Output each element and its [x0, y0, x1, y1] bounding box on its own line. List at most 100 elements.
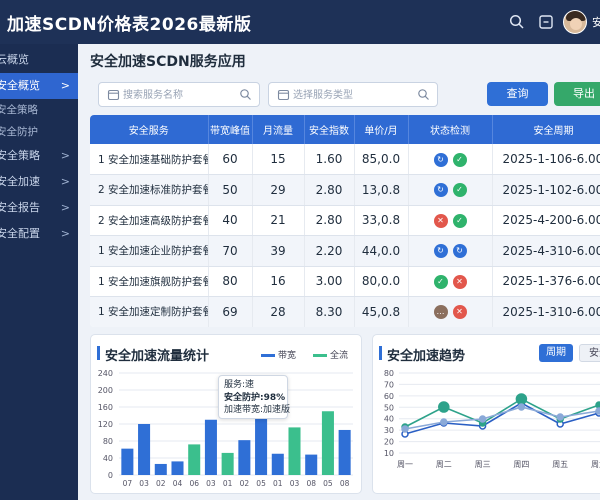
table-cell-bw: 80 [208, 266, 253, 297]
calendar-icon [277, 89, 290, 101]
status-icon[interactable]: ↻ [433, 183, 448, 198]
column-header[interactable]: 单价/月 [354, 115, 409, 144]
service-search-input[interactable] [123, 86, 233, 104]
table-cell-idx: 8.30 [304, 296, 355, 327]
x-tick-label: 周一 [397, 460, 413, 469]
data-point [515, 393, 528, 405]
sidebar: 云概览 安全概览 > 安全策略 安全防护 安全策略 > 安全加速 > 安全报告 > 安全配置 > [0, 44, 78, 500]
status-icon[interactable]: ✕ [452, 305, 467, 320]
data-point [440, 418, 448, 426]
sidebar-item-label: 安全报告 [0, 201, 40, 214]
x-tick-label: 02 [156, 479, 166, 488]
y-tick-label: 60 [384, 392, 394, 401]
status-icon[interactable]: … [433, 305, 448, 320]
table-cell-price: 44,0.0 [354, 235, 409, 267]
top-bar: 加速SCDN价格表2026最新版 安 [0, 0, 600, 44]
status-icon[interactable]: ✕ [452, 274, 467, 289]
table-cell-name: 1 安全加速基础防护套餐 [90, 144, 209, 175]
table-row[interactable]: 1 安全加速企业防护套餐 70 39 2.20 44,0.0 ↻ ↻ 2025-4-310-6… [90, 235, 600, 267]
sidebar-item-6[interactable]: 安全报告 > [0, 195, 78, 221]
user-avatar[interactable] [563, 10, 587, 34]
table-cell-flow: 21 [252, 205, 305, 236]
trend-line-chart: 80 70 60 50 40 30 20 10周一 周二 周三 周四 周五 周六 [384, 369, 600, 469]
app-title: 加速SCDN价格表2026最新版 [7, 15, 252, 35]
sidebar-item-3[interactable]: 安全防护 [0, 121, 78, 143]
sidebar-item-2[interactable]: 安全策略 [0, 99, 78, 121]
x-tick-label: 周六 [591, 459, 600, 469]
x-tick-label: 周四 [513, 460, 529, 469]
bar [188, 444, 201, 475]
sidebar-item-1[interactable]: 安全概览 > [0, 73, 78, 99]
column-header[interactable]: 安全指数 [304, 115, 355, 144]
sidebar-item-0[interactable]: 云概览 [0, 47, 78, 73]
data-point [595, 401, 600, 409]
search-icon[interactable] [417, 88, 430, 101]
column-header[interactable]: 安全服务 [90, 115, 209, 144]
y-tick-label: 80 [384, 369, 394, 378]
service-search-field[interactable] [98, 82, 260, 107]
table-cell-status: … ✕ [408, 296, 493, 327]
sidebar-item-label: 安全防护 [0, 126, 38, 138]
table-row[interactable]: 1 安全加速旗舰防护套餐 80 16 3.00 80,0.0 ✓ ✕ 2025-1-376-6… [90, 266, 600, 297]
type-search-field[interactable] [268, 82, 438, 107]
sidebar-item-label: 安全概览 [0, 79, 40, 92]
table-cell-status: ✕ ✓ [408, 205, 493, 236]
sidebar-item-7[interactable]: 安全配置 > [0, 221, 78, 247]
x-tick-label: 02 [240, 479, 250, 488]
calendar-icon [107, 89, 120, 101]
bar [321, 411, 334, 475]
table-row[interactable]: 1 安全加速基础防护套餐 60 15 1.60 85,0.0 ↻ ✓ 2025-1-106-6… [90, 144, 600, 175]
column-header[interactable]: 状态检测 [408, 115, 493, 144]
status-icon[interactable]: ✓ [433, 274, 448, 289]
status-icon[interactable]: ↻ [452, 244, 467, 259]
column-header[interactable]: 月流量 [252, 115, 305, 144]
type-search-input[interactable] [293, 86, 413, 104]
table-row[interactable]: 2 安全加速高级防护套餐 40 21 2.80 33,0.8 ✕ ✓ 2025-4-200-6… [90, 205, 600, 236]
y-tick-label: 160 [98, 403, 113, 412]
bar [238, 440, 251, 475]
search-icon[interactable] [239, 88, 252, 101]
tooltip-line3: 加速带宽:加速版 [224, 405, 291, 415]
bar [121, 448, 134, 475]
user-name[interactable]: 安 [592, 14, 600, 30]
table-row[interactable]: 2 安全加速标准防护套餐 50 29 2.80 13,0.8 ↻ ✓ 2025-1-102-6… [90, 174, 600, 206]
traffic-chart-card: 安全加速流量统计 带宽 全流 240 200 160 120 80 40 0 07 03 02 04… [90, 334, 362, 494]
notification-icon[interactable] [537, 13, 555, 31]
service-table: 安全服务 带宽峰值 月流量 安全指数 单价/月 状态检测 安全周期 1 安全加速基础防护套餐… [90, 115, 600, 327]
status-icon[interactable]: ✓ [452, 183, 467, 198]
table-cell-price: 13,0.8 [354, 174, 409, 206]
status-icon[interactable]: ✕ [433, 213, 448, 228]
status-icon[interactable]: ↻ [433, 244, 448, 259]
status-icon[interactable]: ✓ [452, 152, 467, 167]
table-cell-date: 2025-1-106-6.00 [492, 144, 600, 175]
table-cell-name: 2 安全加速高级防护套餐 [90, 205, 209, 236]
table-cell-bw: 60 [208, 144, 253, 175]
query-button[interactable]: 查询 [487, 82, 548, 106]
y-tick-label: 30 [384, 426, 394, 435]
bar [305, 454, 318, 475]
data-point [478, 415, 487, 423]
sidebar-item-5[interactable]: 安全加速 > [0, 169, 78, 195]
table-row[interactable]: 1 安全加速定制防护套餐 69 28 8.30 45,0.8… ✕ 2025-1-310-6… [90, 296, 600, 327]
table-cell-bw: 50 [208, 174, 253, 206]
x-tick-label: 03 [139, 479, 149, 488]
table-cell-name: 1 安全加速定制防护套餐 [90, 296, 209, 327]
bar [204, 419, 217, 475]
column-header[interactable]: 安全周期 [492, 115, 600, 144]
table-cell-flow: 39 [252, 235, 305, 267]
status-icon[interactable]: ↻ [433, 152, 448, 167]
x-tick-label: 周二 [436, 460, 452, 469]
table-cell-date: 2025-1-310-6.00 [492, 296, 600, 327]
data-point [556, 413, 564, 421]
export-button[interactable]: 导出 [554, 82, 600, 106]
sidebar-item-4[interactable]: 安全策略 > [0, 143, 78, 169]
table-cell-name: 1 安全加速旗舰防护套餐 [90, 266, 209, 297]
status-icon[interactable]: ✓ [452, 213, 467, 228]
bar [171, 461, 184, 475]
page-title: 安全加速SCDN服务应用 [90, 54, 246, 70]
y-tick-label: 40 [384, 415, 394, 424]
chevron-right-icon: > [60, 201, 70, 214]
bar [288, 427, 301, 475]
column-header[interactable]: 带宽峰值 [208, 115, 253, 144]
search-icon[interactable] [508, 13, 526, 31]
